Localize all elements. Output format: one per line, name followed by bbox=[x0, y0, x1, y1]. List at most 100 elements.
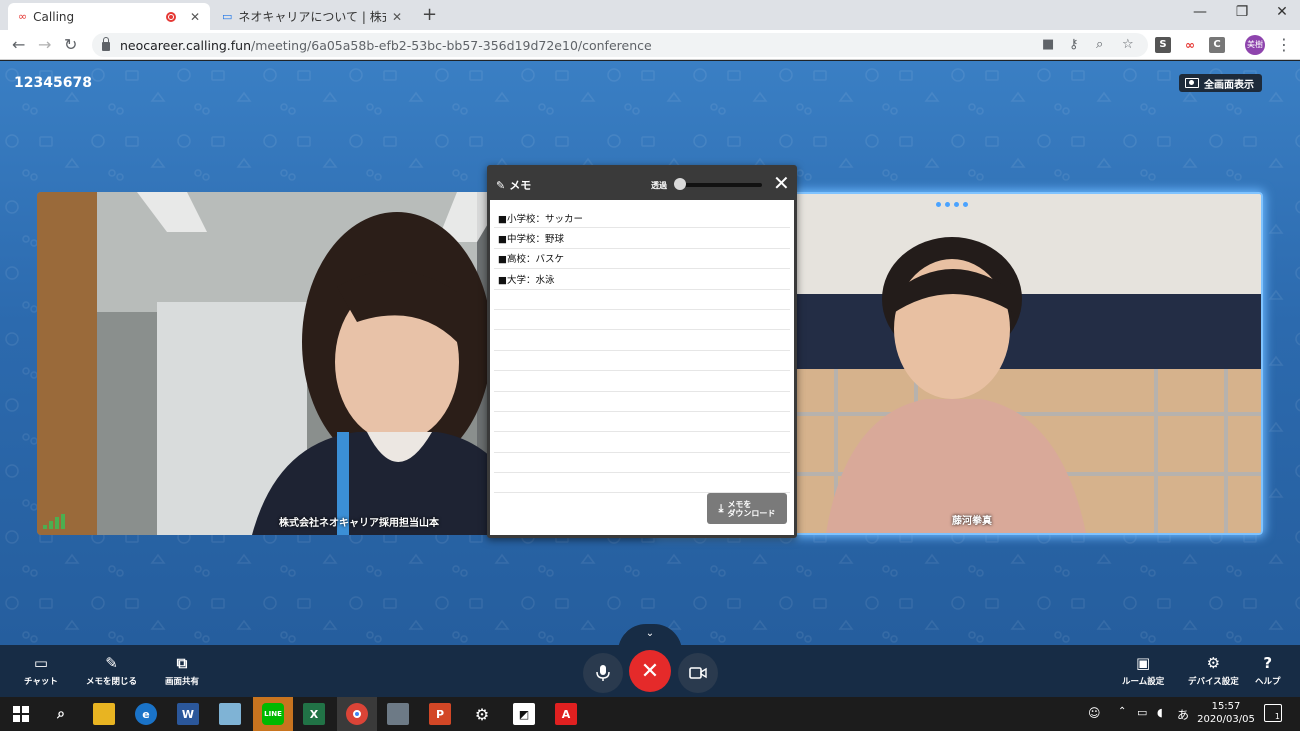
device-settings-label: デバイス設定 bbox=[1188, 677, 1239, 687]
memo-line[interactable] bbox=[494, 351, 790, 372]
chrome-icon[interactable] bbox=[346, 703, 368, 725]
memo-line[interactable] bbox=[494, 310, 790, 331]
tab-calling[interactable]: ∞ Calling ✕ bbox=[8, 3, 210, 30]
screen-share-button[interactable]: ⧉ 画面共有 bbox=[165, 654, 200, 688]
memo-line[interactable] bbox=[494, 412, 790, 433]
camera-toggle-button[interactable] bbox=[678, 653, 718, 693]
camera-icon[interactable]: ■ bbox=[1042, 37, 1054, 52]
download-label-line2: ダウンロード bbox=[727, 508, 776, 518]
taskbar-clock[interactable]: 15:57 2020/03/05 bbox=[1196, 700, 1256, 726]
minimize-button[interactable]: — bbox=[1180, 4, 1220, 20]
lock-icon bbox=[102, 36, 110, 51]
help-icon: ? bbox=[1263, 654, 1273, 672]
video-camera-icon bbox=[689, 667, 707, 679]
back-icon[interactable]: ← bbox=[12, 35, 25, 54]
memo-download-label: メモを ダウンロード bbox=[727, 500, 775, 518]
extension-s-icon[interactable]: S bbox=[1155, 37, 1171, 53]
chevron-up-icon[interactable]: ⌃ bbox=[1118, 706, 1126, 717]
memo-line[interactable] bbox=[494, 432, 790, 453]
volume-icon[interactable]: ◖ bbox=[1157, 706, 1163, 719]
memo-line[interactable]: ■大学：水泳 bbox=[494, 269, 790, 290]
opacity-label: 透過 bbox=[651, 181, 667, 190]
memo-line[interactable]: ■中学校：野球 bbox=[494, 228, 790, 249]
excel-icon[interactable]: X bbox=[303, 703, 325, 725]
app-icon[interactable] bbox=[387, 703, 409, 725]
memo-textarea[interactable]: ■小学校：サッカー ■中学校：野球 ■高校：バスケ ■大学：水泳 bbox=[494, 208, 790, 494]
edge-browser-icon[interactable]: e bbox=[135, 703, 157, 725]
url-path: /meeting/6a05a58b-efb2-53bc-bb57-356d19d… bbox=[251, 37, 652, 53]
pencil-icon: ✎ bbox=[496, 178, 506, 192]
close-icon[interactable]: ✕ bbox=[190, 10, 200, 24]
memo-title-text: メモ bbox=[509, 179, 532, 192]
help-button[interactable]: ? ヘルプ bbox=[1255, 654, 1281, 688]
participant-name-recruiter: 株式会社ネオキャリア採用担当山本 bbox=[279, 518, 439, 529]
memo-line[interactable] bbox=[494, 290, 790, 310]
calling-extension-icon[interactable]: ∞ bbox=[1182, 37, 1198, 53]
memo-off-icon: ✎ bbox=[105, 654, 118, 672]
meeting-id: 12345678 bbox=[14, 75, 92, 91]
memo-line[interactable] bbox=[494, 473, 790, 494]
memo-close-icon[interactable]: ✕ bbox=[773, 173, 790, 193]
app-icon[interactable] bbox=[219, 703, 241, 725]
close-icon[interactable]: ✕ bbox=[392, 10, 402, 24]
word-icon[interactable]: W bbox=[177, 703, 199, 725]
notification-center-icon[interactable]: 1 bbox=[1264, 704, 1282, 722]
close-window-button[interactable]: ✕ bbox=[1262, 4, 1300, 20]
powerpoint-icon[interactable]: P bbox=[429, 703, 451, 725]
hang-up-button[interactable]: ✕ bbox=[629, 650, 671, 692]
memo-line[interactable] bbox=[494, 330, 790, 351]
avatar[interactable]: 美樹 bbox=[1245, 35, 1265, 55]
memo-title: ✎ メモ bbox=[496, 177, 531, 193]
acrobat-icon[interactable]: A bbox=[555, 703, 577, 725]
new-tab-button[interactable]: + bbox=[422, 4, 437, 25]
signal-strength-icon bbox=[43, 514, 65, 529]
reload-icon[interactable]: ↻ bbox=[64, 35, 77, 54]
chat-button[interactable]: ▭ チャット bbox=[24, 655, 58, 688]
device-settings-button[interactable]: ⚙ デバイス設定 bbox=[1188, 654, 1239, 688]
mute-button[interactable] bbox=[583, 653, 623, 693]
battery-icon[interactable]: ▭ bbox=[1137, 706, 1147, 719]
opacity-slider-handle[interactable] bbox=[674, 178, 686, 190]
close-memo-label: メモを閉じる bbox=[86, 677, 138, 687]
memo-line[interactable] bbox=[494, 453, 790, 474]
screen-share-icon: ⧉ bbox=[176, 654, 188, 672]
memo-header[interactable]: ✎ メモ 透過 ✕ bbox=[490, 168, 794, 200]
url-host: neocareer.calling.fun bbox=[120, 37, 252, 53]
bookmark-star-icon[interactable]: ☆ bbox=[1122, 37, 1134, 52]
download-label-line1: メモを bbox=[727, 499, 752, 509]
gear-icon: ⚙ bbox=[1206, 654, 1221, 672]
zoom-icon[interactable]: ⌕ bbox=[1096, 37, 1103, 52]
close-memo-button[interactable]: ✎ メモを閉じる bbox=[86, 654, 138, 688]
tab-title: Calling bbox=[33, 9, 75, 24]
key-icon[interactable]: ⚷ bbox=[1069, 37, 1079, 52]
room-settings-button[interactable]: ▣ ルーム設定 bbox=[1122, 655, 1164, 688]
file-explorer-icon[interactable] bbox=[93, 703, 115, 725]
ime-indicator[interactable]: あ bbox=[1177, 706, 1189, 723]
fullscreen-button[interactable]: 全画面表示 bbox=[1179, 74, 1262, 92]
search-icon[interactable]: ⌕ bbox=[50, 703, 72, 725]
chevron-down-icon: ⌄ bbox=[645, 628, 655, 639]
windows-start-icon[interactable] bbox=[10, 703, 32, 725]
close-icon: ✕ bbox=[640, 658, 660, 684]
extension-c-icon[interactable]: C bbox=[1209, 37, 1225, 53]
line-app-icon[interactable]: LINE bbox=[262, 703, 284, 725]
browser-tab-bar: ∞ Calling ✕ ▭ ネオキャリアについて | 株式会社ネオキ ✕ + —… bbox=[0, 0, 1300, 30]
sticky-notes-icon[interactable]: ◩ bbox=[513, 703, 535, 725]
memo-download-button[interactable]: ⤓ メモを ダウンロード bbox=[707, 493, 787, 524]
memo-line[interactable] bbox=[494, 371, 790, 392]
screen-share-label: 画面共有 bbox=[165, 677, 200, 687]
memo-line[interactable]: ■小学校：サッカー bbox=[494, 208, 790, 229]
gear-icon[interactable]: ⚙ bbox=[471, 703, 493, 725]
forward-icon[interactable]: → bbox=[38, 35, 51, 54]
notification-count: 1 bbox=[1274, 712, 1280, 721]
memo-line[interactable]: ■高校：バスケ bbox=[494, 249, 790, 270]
opacity-slider[interactable] bbox=[680, 183, 762, 187]
browser-menu-icon[interactable]: ⋮ bbox=[1276, 35, 1292, 54]
fullscreen-label: 全画面表示 bbox=[1204, 79, 1254, 91]
url-input[interactable]: neocareer.calling.fun/meeting/6a05a58b-e… bbox=[92, 33, 1148, 57]
restore-button[interactable]: ❐ bbox=[1222, 4, 1262, 20]
tab-neocareer[interactable]: ▭ ネオキャリアについて | 株式会社ネオキ ✕ bbox=[212, 3, 412, 30]
memo-line[interactable] bbox=[494, 392, 790, 412]
people-icon[interactable]: ☺ bbox=[1088, 706, 1101, 720]
clock-time: 15:57 bbox=[1211, 701, 1241, 712]
